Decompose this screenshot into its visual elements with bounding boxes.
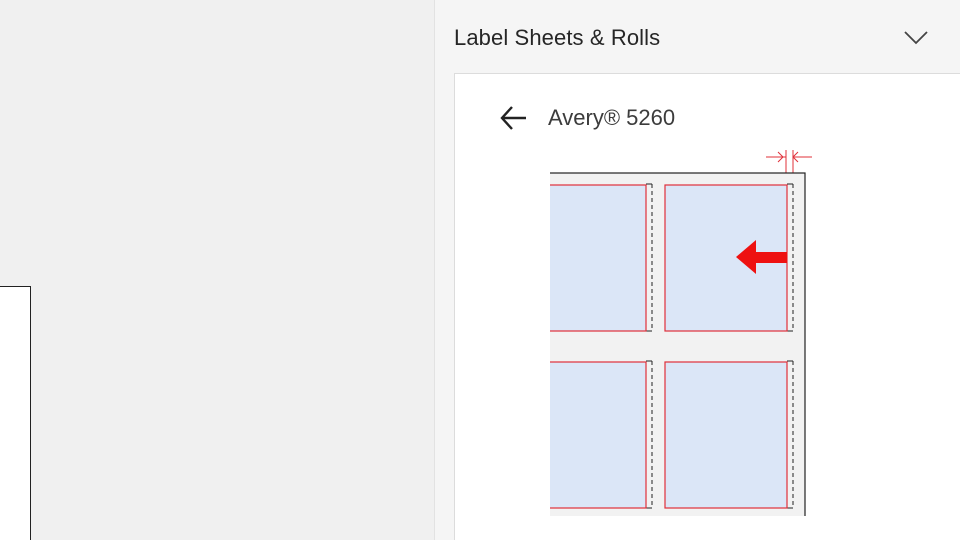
product-name: Avery® 5260	[548, 105, 676, 130]
back-button[interactable]	[497, 103, 529, 133]
label-cell[interactable]	[550, 184, 647, 332]
panel-header: Label Sheets & Rolls	[435, 0, 960, 74]
app-window: Label Sheets & Rolls Avery® 5260	[0, 0, 960, 540]
document-canvas	[0, 0, 434, 540]
label-cell[interactable]	[550, 361, 647, 509]
label-sheets-panel: Label Sheets & Rolls Avery® 5260	[434, 0, 960, 540]
arrow-left-icon	[500, 106, 526, 130]
label-sheet-preview	[550, 150, 812, 516]
product-card: Avery® 5260	[454, 73, 960, 540]
collapse-button[interactable]	[901, 24, 931, 52]
label-cell[interactable]	[664, 361, 788, 509]
panel-title: Label Sheets & Rolls	[454, 25, 661, 50]
document-page[interactable]	[0, 286, 31, 540]
chevron-down-icon	[904, 31, 928, 45]
